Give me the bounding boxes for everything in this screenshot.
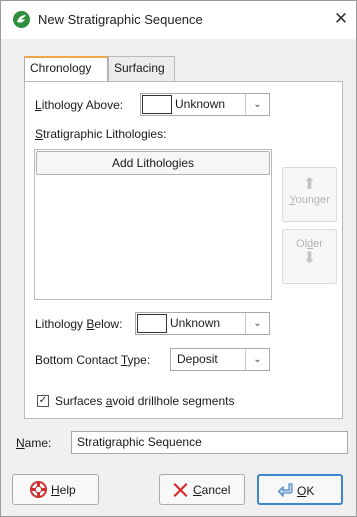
arrow-down-icon: ⬇ xyxy=(302,250,317,267)
lithology-below-combo[interactable]: Unknown ⌄ xyxy=(135,312,270,335)
avoid-drillhole-checkbox[interactable]: ✓ xyxy=(37,395,49,407)
lithology-below-label: Lithology Below: xyxy=(35,317,123,331)
help-icon xyxy=(30,481,47,498)
chevron-down-icon[interactable]: ⌄ xyxy=(245,94,269,115)
avoid-drillhole-label[interactable]: Surfaces avoid drillhole segments xyxy=(55,394,234,408)
app-logo-icon xyxy=(13,11,30,28)
tab-surfacing[interactable]: Surfacing xyxy=(108,56,175,81)
older-button[interactable]: Older ⬇ xyxy=(282,229,337,284)
lithology-above-value: Unknown xyxy=(175,97,226,111)
ok-button[interactable]: OK xyxy=(257,474,343,505)
cancel-label: Cancel xyxy=(193,483,231,497)
chevron-down-icon[interactable]: ⌄ xyxy=(245,349,269,370)
help-label: Help xyxy=(51,483,76,497)
ok-icon xyxy=(277,483,293,498)
lithology-color-swatch xyxy=(137,314,167,333)
lithology-below-value: Unknown xyxy=(170,316,221,330)
arrow-up-icon: ⬆ xyxy=(302,176,317,193)
younger-button[interactable]: ⬆ Younger xyxy=(282,167,337,222)
bottom-contact-type-select[interactable]: Deposit ⌄ xyxy=(170,348,270,371)
name-label: Name: xyxy=(16,436,52,450)
older-label: Older xyxy=(296,238,323,250)
lithology-above-combo[interactable]: Unknown ⌄ xyxy=(140,93,270,116)
bottom-contact-type-value: Deposit xyxy=(177,352,218,366)
dialog-window: New Stratigraphic Sequence ✕ Chronology … xyxy=(0,0,357,517)
add-lithologies-button[interactable]: Add Lithologies xyxy=(36,151,270,175)
title-bar: New Stratigraphic Sequence ✕ xyxy=(1,1,356,39)
lithology-above-label: Lithology Above: xyxy=(35,98,124,112)
bottom-contact-type-label: Bottom Contact Type: xyxy=(35,353,151,367)
cancel-icon xyxy=(173,483,188,497)
lithology-color-swatch xyxy=(142,95,172,114)
window-title: New Stratigraphic Sequence xyxy=(38,12,203,27)
close-icon[interactable]: ✕ xyxy=(331,8,351,30)
younger-label: Younger xyxy=(289,194,330,206)
stratigraphic-lithologies-label: Stratigraphic Lithologies: xyxy=(35,127,167,141)
cancel-button[interactable]: Cancel xyxy=(159,474,245,505)
chevron-down-icon[interactable]: ⌄ xyxy=(245,313,269,334)
ok-label: OK xyxy=(297,484,315,498)
lithologies-list[interactable]: Add Lithologies xyxy=(34,149,272,300)
help-button[interactable]: Help xyxy=(12,474,99,505)
tab-chronology[interactable]: Chronology xyxy=(24,56,108,82)
name-field[interactable]: Stratigraphic Sequence xyxy=(71,431,348,454)
